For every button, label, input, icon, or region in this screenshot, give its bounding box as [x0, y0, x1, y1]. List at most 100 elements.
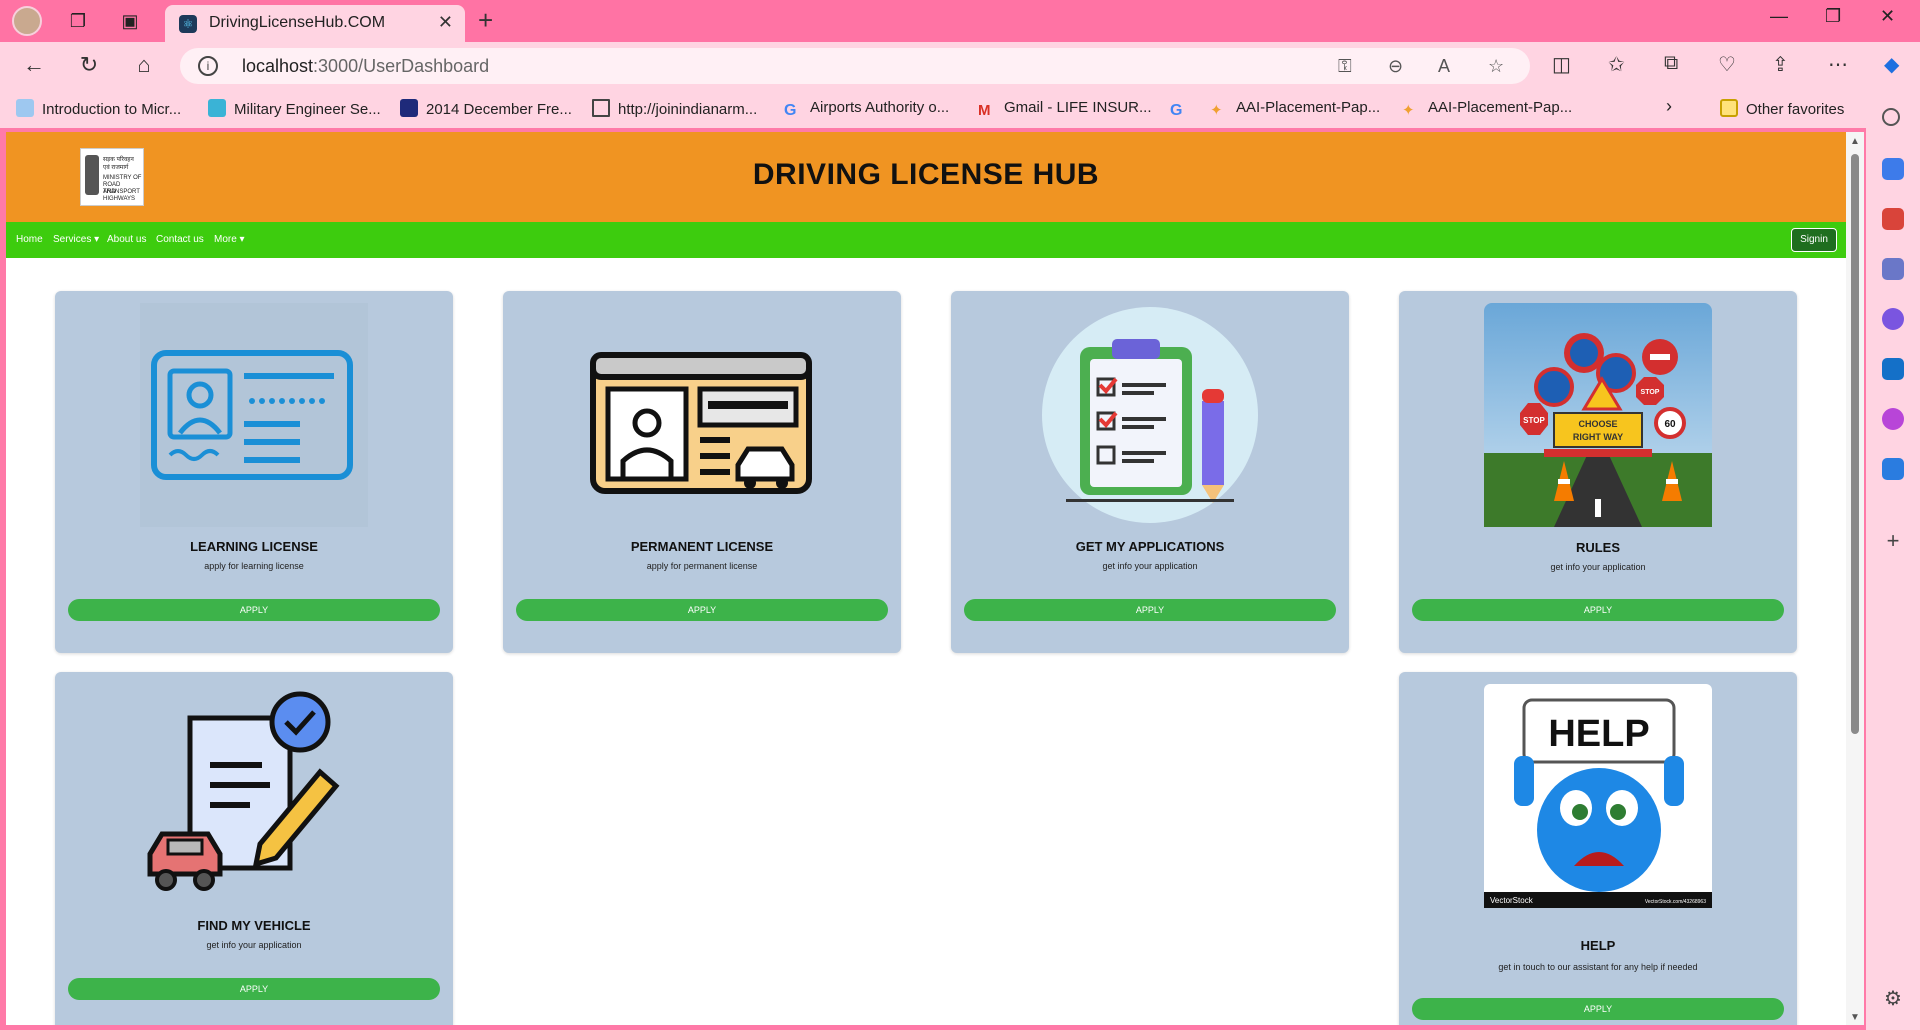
- document-car-icon: [147, 691, 340, 891]
- designer-icon[interactable]: [1882, 408, 1904, 430]
- scrollbar-thumb[interactable]: [1851, 154, 1859, 734]
- nav-more[interactable]: More ▾: [214, 234, 245, 245]
- signin-button[interactable]: Signin: [1791, 228, 1837, 252]
- browser-essentials-icon[interactable]: ♡: [1718, 52, 1736, 77]
- card-title: RULES: [1575, 540, 1621, 555]
- apply-button[interactable]: APPLY: [68, 978, 440, 1000]
- scroll-down-icon[interactable]: ▼: [1850, 1012, 1860, 1023]
- other-favorites[interactable]: Other favorites: [1720, 99, 1844, 118]
- card-subtitle: apply for learning license: [204, 561, 304, 571]
- send-icon[interactable]: [1882, 458, 1904, 480]
- close-tab-icon[interactable]: ✕: [438, 12, 453, 33]
- help-emoji-image: HELP VectorStock VectorStock.com/4326896…: [1484, 684, 1712, 908]
- edge-sidebar: + ⚙: [1866, 90, 1920, 1030]
- favorite-item[interactable]: ✦ AAI-Placement-Pap...: [1210, 99, 1380, 120]
- apply-button[interactable]: APPLY: [68, 599, 440, 621]
- add-icon[interactable]: +: [1882, 530, 1904, 552]
- browser-toolbar: ← ↻ ⌂ i localhost:3000/UserDashboard ⚿ ⊖…: [0, 42, 1920, 90]
- favorite-item[interactable]: Introduction to Micr...: [16, 99, 181, 118]
- react-favicon-icon: ⚛: [179, 15, 197, 33]
- nav-home[interactable]: Home: [16, 234, 43, 245]
- tab-title: DrivingLicenseHub.COM: [209, 14, 386, 31]
- split-screen-icon[interactable]: ◫: [1552, 52, 1571, 77]
- card-subtitle: get in touch to our assistant for any he…: [1498, 962, 1698, 972]
- card-title: HELP: [1580, 938, 1616, 953]
- favorite-item[interactable]: G Airports Authority o...: [784, 99, 949, 120]
- apply-button[interactable]: APPLY: [1412, 599, 1784, 621]
- favorite-item[interactable]: M Gmail - LIFE INSUR...: [978, 99, 1152, 120]
- refresh-icon[interactable]: ↻: [75, 52, 103, 78]
- sign-text: CHOOSE: [1578, 419, 1617, 429]
- browser-tab[interactable]: ⚛ DrivingLicenseHub.COM ✕: [165, 5, 465, 42]
- restore-icon[interactable]: ❐: [1825, 6, 1841, 27]
- copilot-sidebar-icon[interactable]: [1882, 308, 1904, 330]
- license-card-icon: [590, 352, 812, 494]
- card-title: PERMANENT LICENSE: [630, 539, 774, 554]
- watermark-text: VectorStock: [1490, 896, 1534, 905]
- watermark-text: VectorStock.com/43268963: [1645, 899, 1706, 905]
- stop-sign-text: STOP: [1641, 389, 1660, 396]
- card-subtitle: get info your application: [206, 940, 302, 950]
- tools-icon[interactable]: [1882, 208, 1904, 230]
- card-help: HELP VectorStock VectorStock.com/4326896…: [1399, 672, 1797, 1025]
- favorite-item[interactable]: ✦ AAI-Placement-Pap...: [1402, 99, 1572, 120]
- home-icon[interactable]: ⌂: [130, 52, 158, 78]
- favorites-icon[interactable]: ✩: [1608, 52, 1625, 77]
- nav-services[interactable]: Services ▾: [53, 234, 99, 245]
- card-learning-license: LEARNING LICENSE apply for learning lice…: [55, 291, 453, 653]
- favorites-bar: Introduction to Micr... Military Enginee…: [0, 90, 1920, 128]
- help-sign-text: HELP: [1548, 713, 1649, 755]
- google-icon: G: [784, 102, 797, 119]
- read-aloud-icon[interactable]: A: [1438, 56, 1450, 77]
- bookmark-icon: ✦: [1210, 102, 1223, 119]
- workspaces-icon[interactable]: ❐: [66, 9, 90, 33]
- shopping-icon[interactable]: [1882, 158, 1904, 180]
- card-subtitle: get info your application: [1102, 561, 1198, 571]
- gmail-icon: M: [978, 102, 991, 119]
- collections-icon[interactable]: ⧉: [1664, 52, 1678, 75]
- search-icon[interactable]: [1882, 108, 1900, 126]
- settings-gear-icon[interactable]: ⚙: [1882, 988, 1904, 1010]
- tab-actions-icon[interactable]: ▣: [118, 9, 142, 33]
- chevron-right-icon[interactable]: ›: [1666, 96, 1672, 117]
- profile-avatar[interactable]: [12, 6, 42, 36]
- copilot-icon[interactable]: ◆: [1884, 52, 1899, 77]
- back-icon[interactable]: ←: [20, 52, 48, 78]
- url-text: localhost:3000/UserDashboard: [242, 56, 490, 76]
- card-title: GET MY APPLICATIONS: [1075, 539, 1225, 554]
- favorite-item[interactable]: Military Engineer Se...: [208, 99, 381, 118]
- key-icon[interactable]: ⚿: [1338, 56, 1352, 77]
- favorite-item[interactable]: 2014 December Fre...: [400, 99, 572, 118]
- favorite-star-icon[interactable]: ☆: [1488, 56, 1504, 77]
- favorite-item[interactable]: G: [1170, 99, 1196, 120]
- nav-contact[interactable]: Contact us: [156, 234, 204, 245]
- new-tab-icon[interactable]: +: [478, 5, 493, 36]
- page-scrollbar[interactable]: ▲ ▼: [1846, 132, 1864, 1025]
- apply-button[interactable]: APPLY: [516, 599, 888, 621]
- card-title: LEARNING LICENSE: [190, 539, 318, 554]
- scroll-up-icon[interactable]: ▲: [1850, 136, 1860, 147]
- apply-button[interactable]: APPLY: [964, 599, 1336, 621]
- card-title: FIND MY VEHICLE: [197, 918, 311, 933]
- outlook-icon[interactable]: [1882, 358, 1904, 380]
- page-viewport: सड़क परिवहन एवं राजमार्ग MINISTRY OF ROA…: [6, 132, 1846, 1025]
- address-bar[interactable]: i localhost:3000/UserDashboard ⚿ ⊖ A ☆: [180, 48, 1530, 84]
- sign-text: RIGHT WAY: [1573, 432, 1623, 442]
- share-icon[interactable]: ⇪: [1772, 52, 1789, 77]
- site-info-icon[interactable]: i: [198, 56, 218, 76]
- apply-button[interactable]: APPLY: [1412, 998, 1784, 1020]
- zoom-out-icon[interactable]: ⊖: [1388, 56, 1403, 77]
- google-icon: G: [1170, 102, 1183, 119]
- card-find-my-vehicle: FIND MY VEHICLE get info your applicatio…: [55, 672, 453, 1025]
- site-title: DRIVING LICENSE HUB: [752, 158, 1100, 191]
- clipboard-checklist-icon: [1042, 307, 1258, 523]
- games-icon[interactable]: [1882, 258, 1904, 280]
- card-subtitle: get info your application: [1550, 562, 1646, 572]
- nav-about[interactable]: About us: [107, 234, 146, 245]
- speed-sign-text: 60: [1664, 419, 1676, 430]
- close-window-icon[interactable]: ✕: [1880, 6, 1895, 27]
- minimize-icon[interactable]: —: [1770, 6, 1788, 27]
- favorite-item[interactable]: http://joinindianarm...: [592, 99, 757, 118]
- bookmark-icon: [16, 99, 34, 117]
- more-menu-icon[interactable]: ⋯: [1828, 52, 1848, 77]
